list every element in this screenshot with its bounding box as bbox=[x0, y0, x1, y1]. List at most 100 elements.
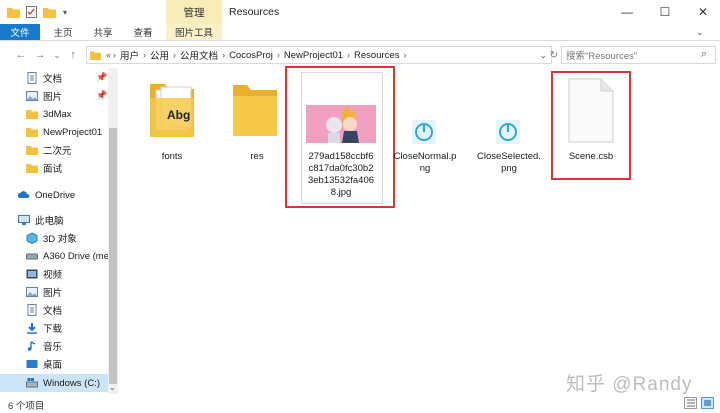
sidebar-item-mianshi[interactable]: 面试 bbox=[0, 159, 118, 177]
pin-icon: 📌 bbox=[96, 72, 108, 82]
file-fonts[interactable]: Abg bbox=[147, 78, 197, 144]
sidebar-item-a360-drive[interactable]: A360 Drive (me bbox=[0, 247, 118, 265]
sidebar-item-label: 文档 bbox=[43, 306, 63, 317]
file-fonts-label: fonts bbox=[161, 151, 183, 162]
drive-icon bbox=[26, 250, 38, 262]
folder-icon bbox=[26, 126, 38, 138]
tab-home[interactable]: 主页 bbox=[46, 24, 80, 40]
sidebar-item-erciyuan[interactable]: 二次元 bbox=[0, 141, 118, 159]
folder-icon bbox=[90, 51, 101, 60]
sidebar-item-label: 视频 bbox=[43, 270, 63, 281]
cloud-icon bbox=[17, 189, 30, 201]
folder-icon bbox=[6, 5, 20, 19]
sidebar-item-onedrive[interactable]: OneDrive bbox=[0, 186, 118, 204]
sidebar-item-label: 此电脑 bbox=[35, 216, 64, 227]
windows-drive-icon bbox=[26, 377, 38, 389]
sidebar-item-newproject01[interactable]: NewProject01 bbox=[0, 123, 118, 141]
item-count: 6 个项目 bbox=[8, 401, 45, 412]
tab-picture-tools[interactable]: 图片工具 bbox=[166, 24, 222, 40]
breadcrumb-resources[interactable]: Resources bbox=[351, 50, 402, 61]
sidebar-item-pictures-pinned[interactable]: 图片 📌 bbox=[0, 87, 118, 105]
customize-toolbar-icon[interactable]: ▾ bbox=[60, 5, 70, 19]
sidebar-item-downloads[interactable]: 下载 bbox=[0, 319, 118, 337]
file-res[interactable] bbox=[232, 82, 278, 138]
videos-icon bbox=[26, 268, 38, 280]
sidebar-item-music[interactable]: 音乐 bbox=[0, 337, 118, 355]
sidebar-item-label: 3dMax bbox=[43, 108, 72, 120]
sidebar-item-label: 文档 bbox=[43, 74, 63, 85]
breadcrumb-cocosproj[interactable]: CocosProj bbox=[226, 50, 276, 61]
sidebar-item-label: 3D 对象 bbox=[43, 234, 77, 245]
forward-button[interactable]: → bbox=[33, 46, 47, 64]
manage-context-tab[interactable]: 管理 bbox=[166, 0, 222, 24]
search-input[interactable]: 搜索"Resources" bbox=[561, 46, 716, 64]
sidebar-item-desktop[interactable]: 桌面 bbox=[0, 355, 118, 373]
music-icon bbox=[26, 340, 38, 352]
pictures-icon bbox=[26, 286, 38, 298]
folder-icon bbox=[26, 162, 38, 174]
sidebar-item-label: 面试 bbox=[43, 164, 63, 175]
sidebar-item-videos[interactable]: 视频 bbox=[0, 265, 118, 283]
expand-ribbon-icon[interactable]: ⌄ bbox=[696, 27, 704, 38]
sidebar-scrollbar-thumb[interactable] bbox=[109, 128, 117, 384]
recent-locations-button[interactable]: ⌄ bbox=[52, 46, 62, 64]
watermark: 知乎 @Randy bbox=[566, 374, 693, 395]
scroll-down-arrow[interactable]: ⌄ bbox=[109, 383, 116, 392]
sidebar-item-3dmax[interactable]: 3dMax bbox=[0, 105, 118, 123]
documents-icon bbox=[26, 304, 38, 316]
folder-icon bbox=[233, 85, 277, 136]
pictures-icon bbox=[26, 90, 38, 102]
breadcrumb-public[interactable]: 公用 bbox=[147, 48, 172, 62]
details-view-button[interactable] bbox=[684, 397, 697, 409]
fonts-thumb-text: Abg bbox=[167, 108, 191, 122]
file-closenormal-label: CloseNormal.p ng bbox=[393, 151, 457, 174]
sidebar-item-this-pc[interactable]: 此电脑 bbox=[0, 211, 118, 229]
breadcrumb-newproject01[interactable]: NewProject01 bbox=[281, 50, 346, 61]
sidebar-item-pictures[interactable]: 图片 bbox=[0, 283, 118, 301]
pin-icon: 📌 bbox=[96, 90, 108, 100]
3d-objects-icon bbox=[26, 232, 38, 245]
folder-icon bbox=[26, 144, 38, 156]
sidebar-item-documents[interactable]: 文档 bbox=[0, 301, 118, 319]
sidebar-item-3d-objects[interactable]: 3D 对象 bbox=[0, 229, 118, 247]
power-button-icon bbox=[496, 120, 520, 144]
file-closenormal[interactable] bbox=[412, 120, 436, 144]
breadcrumb-users[interactable]: 用户 bbox=[117, 48, 142, 62]
sidebar-item-label: 图片 bbox=[43, 288, 63, 299]
power-button-icon bbox=[412, 120, 436, 144]
back-button[interactable]: ← bbox=[14, 46, 28, 64]
breadcrumb-overflow[interactable]: « bbox=[105, 50, 112, 60]
highlight-box-scene-csb bbox=[551, 71, 631, 180]
minimize-button[interactable]: — bbox=[610, 0, 644, 24]
tab-share[interactable]: 共享 bbox=[86, 24, 120, 40]
refresh-button[interactable]: ↻ bbox=[548, 46, 560, 64]
search-icon: ⌕ bbox=[701, 48, 708, 60]
tab-view[interactable]: 查看 bbox=[126, 24, 160, 40]
close-button[interactable]: ✕ bbox=[686, 0, 720, 24]
window-title: Resources bbox=[229, 6, 280, 18]
file-closeselected[interactable] bbox=[496, 120, 520, 144]
sidebar-item-label: 音乐 bbox=[43, 342, 63, 353]
maximize-button[interactable]: ☐ bbox=[648, 0, 682, 24]
up-button[interactable]: ↑ bbox=[66, 46, 80, 64]
sidebar-item-documents-pinned[interactable]: 文档 📌 bbox=[0, 69, 118, 87]
large-icons-view-button[interactable] bbox=[701, 397, 714, 409]
sidebar-item-label: NewProject01 bbox=[43, 126, 103, 138]
new-folder-icon[interactable] bbox=[42, 5, 56, 19]
breadcrumb-public-documents[interactable]: 公用文档 bbox=[177, 48, 221, 62]
status-bar bbox=[0, 395, 720, 413]
sidebar-item-label: OneDrive bbox=[35, 189, 76, 201]
sidebar-item-label: A360 Drive (me bbox=[43, 250, 109, 262]
folder-icon bbox=[26, 108, 38, 120]
sidebar-item-windows-c[interactable]: Windows (C:) bbox=[0, 374, 118, 392]
address-bar[interactable]: « › 用户 › 公用 › 公用文档 › CocosProj › NewProject01… bbox=[86, 46, 552, 64]
tab-file[interactable]: 文件 bbox=[0, 24, 40, 40]
desktop-icon bbox=[26, 358, 38, 370]
sidebar-item-label: 图片 bbox=[43, 92, 63, 103]
computer-icon bbox=[18, 214, 30, 226]
properties-icon[interactable] bbox=[24, 5, 38, 19]
highlight-box-jpg bbox=[285, 66, 395, 208]
documents-icon bbox=[26, 72, 38, 84]
sidebar-item-label: 二次元 bbox=[43, 146, 72, 157]
address-dropdown-button[interactable]: ⌄ bbox=[539, 50, 547, 61]
